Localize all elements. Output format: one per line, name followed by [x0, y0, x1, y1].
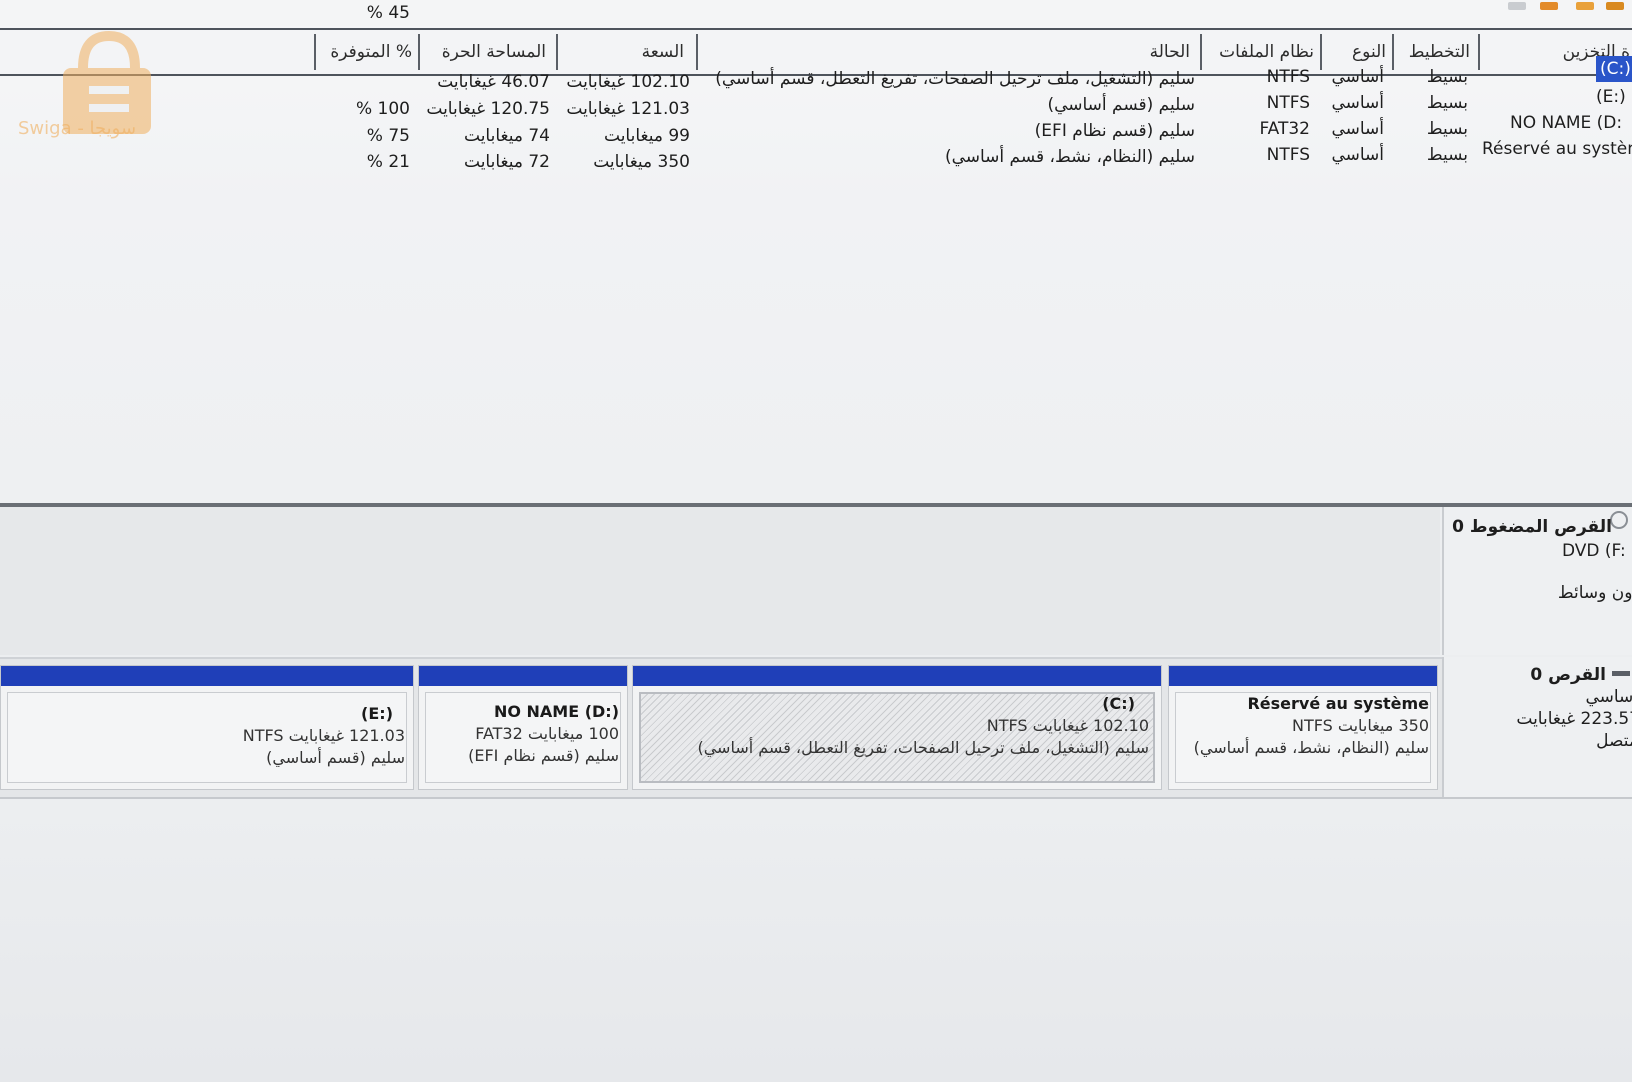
cell-capacity: 350 ميغابايت	[593, 152, 690, 172]
partition-e[interactable]: (E:) 121.03 غيغابايت NTFS سليم (قسم أساس…	[0, 665, 414, 790]
partition-name: NO NAME (D:)	[493, 702, 619, 721]
cell-status: سليم (قسم أساسي)	[1047, 95, 1195, 115]
partition-status: سليم (التشغيل، ملف ترحيل الصفحات، تفريغ …	[697, 738, 1149, 757]
cell-layout: بسيط	[1426, 145, 1468, 165]
cell-free-space: 74 ميغابايت	[464, 126, 550, 146]
column-header-free-space[interactable]: المساحة الحرة	[424, 30, 546, 74]
column-header-percent-free[interactable]: % المتوفرة	[320, 30, 412, 74]
cell-layout: بسيط	[1426, 67, 1468, 87]
column-divider[interactable]	[418, 34, 420, 70]
cell-type: أساسي	[1331, 119, 1384, 139]
cell-type: أساسي	[1331, 145, 1384, 165]
partition-status: سليم (قسم أساسي)	[266, 748, 405, 767]
partition-d[interactable]: NO NAME (D:) 100 ميغابايت FAT32 سليم (قس…	[418, 665, 628, 790]
toolbar-icon[interactable]	[1540, 2, 1558, 10]
disk-0-type: أساسي	[1585, 687, 1632, 707]
partition-bar	[633, 666, 1161, 686]
cell-type: أساسي	[1331, 67, 1384, 87]
partition-bar	[1, 666, 413, 686]
column-divider[interactable]	[1392, 34, 1394, 70]
column-header-capacity[interactable]: السعة	[560, 30, 684, 74]
cell-capacity: 102.10 غيغابايت	[566, 72, 690, 92]
column-divider[interactable]	[1478, 34, 1480, 70]
disk-0-label[interactable]: القرص 0 أساسي 223.57 غيغابايت متصل	[1442, 657, 1632, 797]
disk-0-status: متصل	[1596, 731, 1632, 751]
cell-layout: بسيط	[1426, 93, 1468, 113]
watermark-text: Swiga - سويجا	[18, 118, 137, 139]
partition-name: Réservé au système	[1247, 694, 1429, 713]
disk-0-title: القرص 0	[1530, 665, 1606, 685]
partition-status: سليم (النظام، نشط، قسم أساسي)	[1193, 738, 1429, 757]
partition-system-reserved[interactable]: Réservé au système 350 ميغابايت NTFS سلي…	[1168, 665, 1438, 790]
partition-bar	[419, 666, 627, 686]
cell-type: أساسي	[1331, 93, 1384, 113]
column-divider[interactable]	[314, 34, 316, 70]
column-divider[interactable]	[1320, 34, 1322, 70]
cdrom-drive: DVD (F:	[1562, 541, 1626, 561]
cdrom-icon	[1610, 511, 1628, 529]
partition-status: سليم (قسم نظام EFI)	[468, 746, 619, 765]
cell-layout: بسيط	[1426, 119, 1468, 139]
partition-bar	[1169, 666, 1437, 686]
cell-percent-free: % 21	[366, 152, 410, 172]
cdrom-area	[0, 507, 1440, 655]
cell-filesystem: NTFS	[1266, 145, 1310, 165]
partition-size: 350 ميغابايت NTFS	[1291, 716, 1429, 735]
toolbar-strip	[0, 0, 1632, 26]
column-divider[interactable]	[556, 34, 558, 70]
cdrom-label[interactable]: القرص المضغوط 0 DVD (F: دون وسائط	[1442, 507, 1632, 655]
cell-percent-free: % 45	[366, 3, 410, 23]
cell-capacity: 121.03 غيغابايت	[566, 99, 690, 119]
partition-size: 100 ميغابايت FAT32	[475, 724, 619, 743]
cell-status: سليم (التشغيل، ملف ترحيل الصفحات، تفريغ …	[715, 69, 1195, 89]
cell-filesystem: NTFS	[1266, 67, 1310, 87]
toolbar-icon[interactable]	[1576, 2, 1594, 10]
cell-status: سليم (النظام، نشط، قسم أساسي)	[944, 147, 1195, 167]
cell-free-space: 72 ميغابايت	[464, 152, 550, 172]
cell-free-space: 120.75 غيغابايت	[426, 99, 550, 119]
toolbar-icon[interactable]	[1606, 2, 1624, 10]
cell-volume-selected[interactable]: (C:)	[1596, 56, 1632, 82]
partition-size: 121.03 غيغابايت NTFS	[242, 726, 405, 745]
cdrom-media: دون وسائط	[1557, 583, 1632, 603]
cdrom-title: القرص المضغوط 0	[1452, 517, 1612, 537]
cell-filesystem: FAT32	[1259, 119, 1310, 139]
toolbar-icon[interactable]	[1508, 2, 1526, 10]
cell-volume[interactable]: (E:)	[1596, 84, 1626, 110]
column-divider[interactable]	[1200, 34, 1202, 70]
disk-icon	[1612, 671, 1630, 676]
partition-name: (C:)	[1102, 694, 1135, 713]
empty-area	[0, 797, 1632, 1082]
cell-percent-free: % 100	[355, 99, 410, 119]
cell-status: سليم (قسم نظام EFI)	[1034, 121, 1195, 141]
cell-filesystem: NTFS	[1266, 93, 1310, 113]
partition-name: (E:)	[361, 704, 393, 723]
column-divider[interactable]	[696, 34, 698, 70]
cell-volume[interactable]: Réservé au système	[1482, 136, 1632, 162]
partition-c[interactable]: (C:) 102.10 غيغابايت NTFS سليم (التشغيل،…	[632, 665, 1162, 790]
disk-0-size: 223.57 غيغابايت	[1516, 709, 1632, 729]
partition-size: 102.10 غيغابايت NTFS	[986, 716, 1149, 735]
cell-free-space: 46.07 غيغابايت	[437, 72, 550, 92]
cell-volume[interactable]: NO NAME (D:	[1510, 110, 1622, 136]
cell-capacity: 99 ميغابايت	[604, 126, 690, 146]
cell-percent-free: % 75	[366, 126, 410, 146]
